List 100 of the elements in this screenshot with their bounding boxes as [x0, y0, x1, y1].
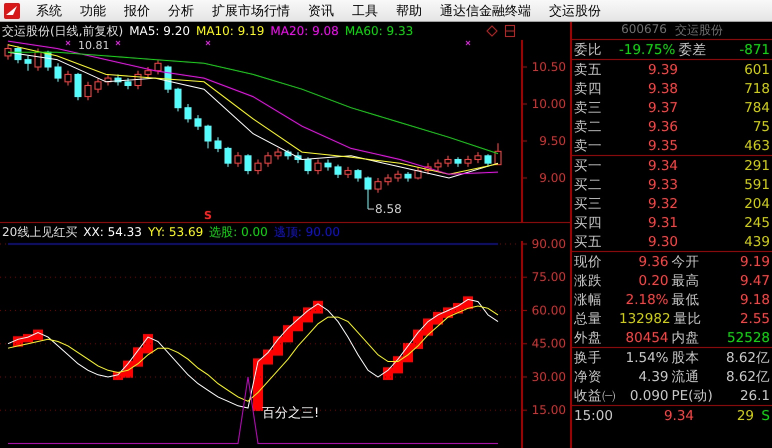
order-volume: 204 [743, 196, 770, 212]
menu-item[interactable]: 分析 [159, 2, 203, 20]
axis-label: 90.00 [532, 237, 566, 251]
candlestick [114, 74, 122, 86]
field-value: 2.18% [624, 292, 668, 308]
field-value: 9.19 [738, 254, 770, 270]
axis-label: 75.00 [532, 270, 566, 284]
field-label: 委比 [574, 40, 603, 58]
menu-item[interactable]: 帮助 [387, 2, 431, 20]
annotation: 8.58 [375, 202, 402, 216]
field-value: -871 [738, 42, 770, 58]
menu-item[interactable]: 报价 [115, 2, 159, 20]
field-value: 9.47 [738, 272, 770, 288]
legend-value: 逃顶: 90.00 [274, 224, 340, 240]
order-volume: 601 [743, 62, 770, 78]
order-volume: 784 [743, 100, 770, 116]
cross-marker-icon [206, 40, 210, 46]
order-price: 9.34 [646, 158, 678, 174]
candlestick [84, 81, 92, 101]
candlestick [184, 104, 192, 123]
stock-code: 600676 [621, 22, 667, 38]
field-value: 26.1 [738, 388, 770, 404]
candlestick [134, 70, 142, 90]
order-price: 9.31 [646, 214, 678, 230]
candlestick [224, 146, 232, 168]
candlestick [394, 170, 402, 182]
field-value: -19.75% [619, 42, 676, 58]
menu-item[interactable]: 通达信金融终端 [431, 2, 540, 20]
field-value: 8.62亿 [724, 368, 770, 386]
menu-item[interactable]: 交运股份 [540, 2, 610, 20]
legend-value: MA20: 9.08 [270, 24, 339, 38]
candlestick [234, 152, 242, 168]
order-level-label: 买二 [574, 176, 603, 194]
order-level-label: 买一 [574, 156, 603, 174]
candlestick [444, 155, 452, 168]
field-label: 委差 [678, 40, 708, 58]
candlestick [384, 174, 392, 186]
diamond-icon[interactable] [486, 25, 498, 37]
candlestick [374, 177, 382, 194]
candlestick [204, 124, 212, 149]
menu-item[interactable]: 扩展市场行情 [203, 2, 299, 20]
candlestick [494, 142, 502, 166]
field-value: 8.62亿 [724, 348, 770, 366]
field-value: 132982 [619, 310, 671, 326]
field-value: 2.55 [738, 310, 770, 326]
candlestick [364, 176, 372, 210]
order-level-label: 买三 [574, 194, 603, 212]
cross-marker-icon [466, 40, 470, 46]
field-label: 总量 [574, 310, 603, 328]
menu-item[interactable]: 资讯 [299, 2, 343, 20]
order-price: 9.33 [646, 176, 678, 192]
candlestick [484, 154, 492, 168]
menu-item[interactable]: 系统 [27, 2, 71, 20]
order-volume: 718 [743, 80, 770, 96]
legend-value: 选股: 0.00 [209, 224, 268, 240]
axis-label: 15.00 [532, 403, 566, 418]
candlestick [144, 66, 152, 79]
candlestick [194, 114, 202, 130]
order-price: 9.39 [646, 62, 678, 78]
order-level-label: 卖五 [574, 60, 603, 78]
candlestick [404, 172, 412, 182]
field-label: 今开 [672, 252, 700, 270]
candlestick [304, 156, 312, 175]
candlestick [124, 78, 132, 90]
field-label: 外盘 [574, 328, 603, 346]
field-label: 股本 [672, 348, 700, 366]
candlestick [174, 87, 182, 112]
candlestick [434, 158, 442, 172]
field-value: 80454 [624, 330, 668, 346]
axis-label: 30.00 [532, 370, 566, 384]
legend-value: MA10: 9.19 [196, 24, 264, 38]
field-value: 9.18 [738, 292, 770, 308]
candlestick [54, 62, 62, 82]
candlestick [254, 158, 262, 175]
field-value: 0.20 [637, 272, 668, 288]
order-price: 9.32 [646, 196, 678, 212]
candlestick [344, 166, 352, 178]
trade-price: 9.34 [662, 408, 694, 424]
candlestick [264, 152, 272, 168]
candlestick [14, 46, 22, 64]
candlestick [294, 152, 302, 164]
menu-item[interactable]: 功能 [71, 2, 115, 20]
order-level-label: 卖二 [574, 118, 603, 136]
order-volume: 591 [743, 176, 770, 192]
signal-marker: S [204, 209, 212, 222]
order-level-label: 卖四 [574, 80, 603, 98]
candlestick [24, 55, 32, 72]
chart-note: 百分之三! [262, 406, 320, 421]
candlestick [284, 149, 292, 160]
order-price: 9.30 [646, 234, 678, 250]
menu-item[interactable]: 工具 [343, 2, 387, 20]
order-volume: 75 [752, 118, 770, 134]
field-label: 净资 [574, 368, 603, 386]
field-label: 涨幅 [574, 290, 603, 308]
field-label: 内盘 [672, 328, 700, 346]
panel-icon[interactable] [504, 25, 516, 37]
chart-title: 交运股份(日线,前复权) [2, 22, 124, 40]
field-label: 涨跌 [574, 272, 603, 290]
axis-label: 60.00 [532, 303, 566, 318]
order-level-label: 买四 [574, 214, 603, 232]
